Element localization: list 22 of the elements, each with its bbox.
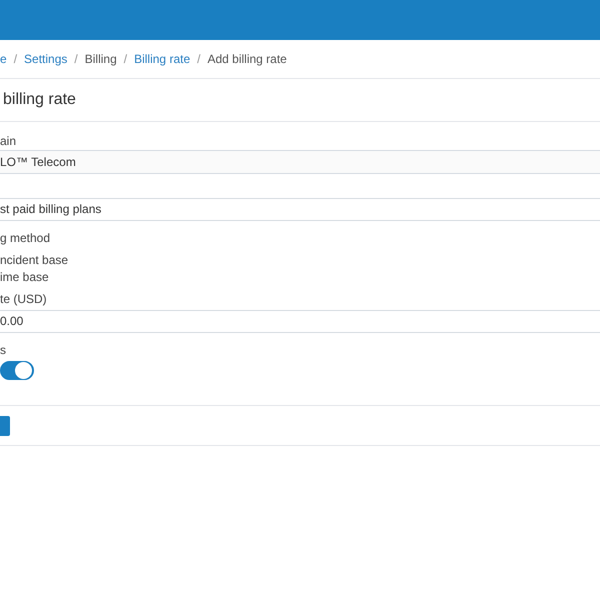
domain-field[interactable]: LO™ Telecom xyxy=(0,150,600,174)
breadcrumb-separator: / xyxy=(14,51,18,68)
breadcrumb-item: Add billing rate xyxy=(207,51,287,68)
rate-field[interactable]: 0.00 xyxy=(0,310,600,333)
breadcrumb-separator: / xyxy=(74,51,78,68)
breadcrumb-link[interactable]: e xyxy=(0,50,7,68)
radio-label[interactable]: ncident base xyxy=(0,252,600,268)
field-label: s xyxy=(0,343,7,357)
breadcrumb-separator: / xyxy=(197,51,200,68)
field-label: te (USD) xyxy=(0,291,48,307)
toggle-knob xyxy=(14,361,33,380)
field-label: ain xyxy=(0,133,18,149)
page-title: billing rate xyxy=(3,90,76,110)
plan-select[interactable]: st paid billing plans xyxy=(0,198,600,221)
radio-label[interactable]: ime base xyxy=(0,269,600,285)
status-toggle[interactable] xyxy=(0,361,34,380)
breadcrumb-link[interactable]: Settings xyxy=(24,50,68,68)
breadcrumb-link[interactable]: Billing rate xyxy=(134,50,190,68)
breadcrumb-item: Billing xyxy=(84,51,117,68)
action-button[interactable] xyxy=(0,416,10,436)
breadcrumb-separator: / xyxy=(124,51,128,68)
field-label: g method xyxy=(0,230,52,246)
